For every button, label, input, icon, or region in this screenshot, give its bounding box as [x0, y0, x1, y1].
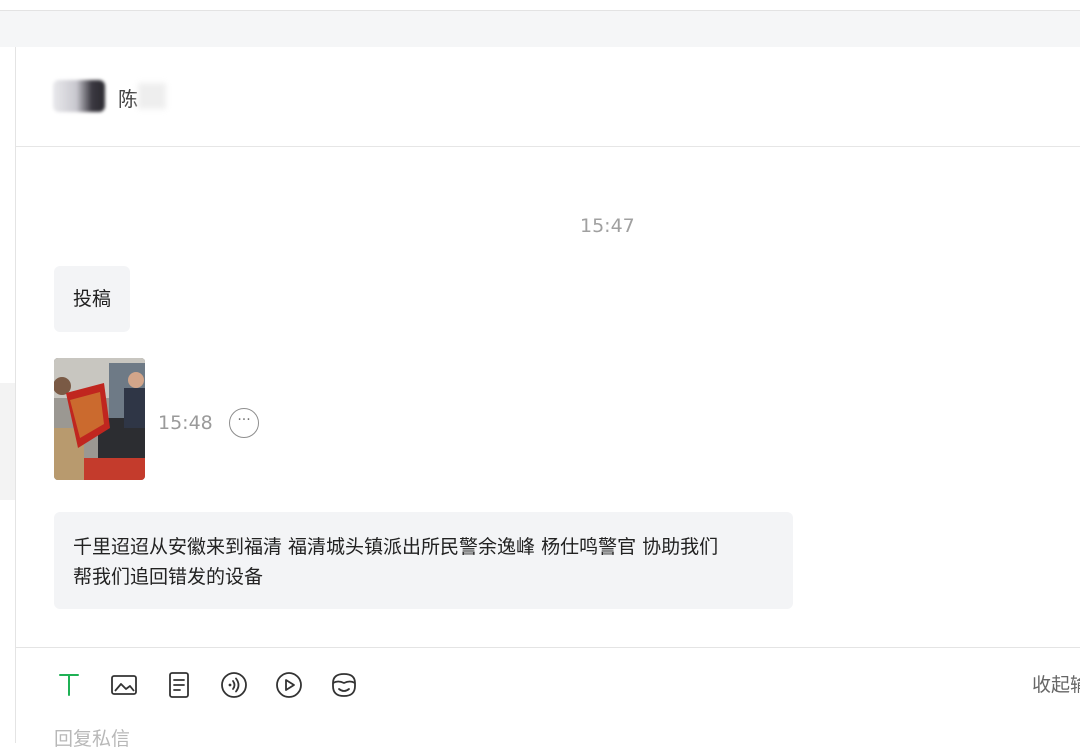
message-bubble[interactable]: 投稿	[54, 266, 131, 332]
top-bar	[0, 11, 1080, 47]
name-redaction	[138, 83, 166, 109]
text-icon[interactable]	[54, 670, 84, 700]
message-timestamp: 15:47	[580, 215, 635, 237]
reply-input[interactable]: 回复私信	[54, 724, 130, 751]
image-timestamp: 15:48	[158, 412, 213, 434]
photo-thumbnail	[54, 358, 145, 480]
voice-icon[interactable]	[219, 670, 249, 700]
avatar[interactable]	[53, 80, 105, 112]
message-text-line: 帮我们追回错发的设备	[73, 566, 264, 588]
emoji-icon[interactable]	[329, 670, 359, 700]
more-options-icon[interactable]: ···	[229, 408, 259, 438]
document-icon[interactable]	[164, 670, 194, 700]
selected-conversation-highlight[interactable]	[0, 383, 15, 500]
message-list: 15:47 投稿 15:48 ··· 千里迢迢从安徽来到福清 福清城头镇派出所民…	[16, 147, 1080, 647]
image-message[interactable]	[54, 358, 145, 480]
message-text: 投稿	[73, 288, 112, 310]
collapse-input-button[interactable]: 收起输	[1032, 670, 1080, 697]
message-bubble[interactable]: 千里迢迢从安徽来到福清 福清城头镇派出所民警余逸峰 杨仕鸣警官 协助我们 帮我们…	[54, 512, 793, 609]
contact-name: 陈	[118, 87, 138, 111]
message-text-line: 千里迢迢从安徽来到福清 福清城头镇派出所民警余逸峰 杨仕鸣警官 协助我们	[73, 536, 719, 558]
video-icon[interactable]	[274, 670, 304, 700]
compose-area: 收起输 回复私信	[16, 647, 1080, 750]
image-icon[interactable]	[109, 670, 139, 700]
window-top-strip	[0, 0, 1080, 11]
chat-header: 陈	[16, 47, 1080, 147]
